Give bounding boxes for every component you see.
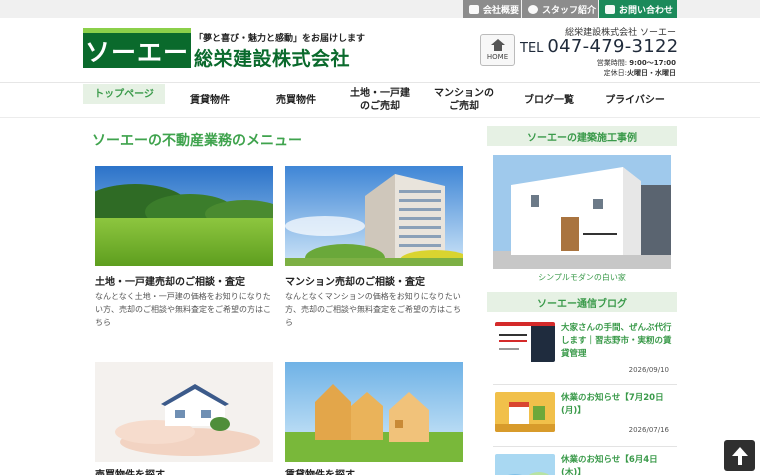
contact-link[interactable]: お問い合わせ	[599, 0, 677, 18]
nav-mansion-sell[interactable]: マンションの ご売却	[423, 84, 505, 116]
nav-label: プライバシー	[605, 94, 665, 106]
blog-thumbnail	[495, 322, 555, 362]
site-logo[interactable]: ソーエー	[83, 28, 191, 68]
nav-land-house-sell[interactable]: 土地・一戸建 のご売却	[339, 84, 421, 116]
tel-label: TEL	[520, 41, 544, 56]
closed-value: 火曜日・水曜日	[627, 69, 676, 77]
card-description: なんとなくマンションの価格をお知りになりたい方、売却のご相談や無料査定をご希望の…	[285, 292, 461, 327]
blog-post-date: 2026/09/10	[628, 366, 669, 374]
arrow-up-icon	[731, 446, 748, 465]
nav-label: マンションの	[434, 88, 494, 99]
hours-value: 9:00〜17:00	[629, 59, 676, 67]
contact-label: お問い合わせ	[619, 5, 674, 16]
construction-caption[interactable]: シンプルモダンの白い家	[487, 272, 677, 283]
home-icon	[490, 39, 505, 51]
blog-thumbnail	[495, 392, 555, 432]
blog-post[interactable]: 休業のお知らせ【6月4日(木)】	[493, 454, 677, 475]
nav-rental[interactable]: 賃貸物件	[169, 84, 251, 116]
nav-privacy[interactable]: プライバシー	[593, 84, 677, 116]
card-title[interactable]: マンション売却のご相談・査定	[285, 273, 425, 288]
blog-divider	[493, 384, 677, 385]
white-house-photo[interactable]	[493, 155, 671, 269]
mansion-photo[interactable]	[285, 166, 463, 266]
logo-mark: ソーエー	[84, 37, 189, 67]
nav-sale[interactable]: 売買物件	[255, 84, 337, 116]
house-in-hands-photo[interactable]	[95, 362, 273, 462]
nav-blog-list[interactable]: ブログ一覧	[507, 84, 591, 116]
blog-post-title: 休業のお知らせ【6月4日(木)】	[561, 455, 658, 475]
blog-post-title: 大家さんの手間、ぜんぶ代行します｜習志野市・実籾の賃貸管理	[561, 323, 672, 359]
card-title[interactable]: 売買物件を探す	[95, 466, 165, 475]
header-divider	[0, 82, 760, 83]
card-description: なんとなく土地・一戸建の価格をお知りになりたい方、売却のご相談や無料査定をご希望…	[95, 292, 271, 327]
nav-label: 売買物件	[276, 94, 316, 106]
staff-intro-link[interactable]: スタッフ紹介	[522, 0, 598, 18]
nav-label-line2: ご売却	[449, 101, 479, 112]
blog-post-title: 休業のお知らせ【7月20日(月)】	[561, 393, 664, 416]
blog-post[interactable]: 大家さんの手間、ぜんぶ代行します｜習志野市・実籾の賃貸管理 2026/09/10	[493, 322, 677, 378]
wooden-houses-photo[interactable]	[285, 362, 463, 462]
home-button[interactable]: HOME	[480, 34, 515, 66]
building-icon	[469, 4, 479, 14]
tagline: 「夢と喜び・魅力と感動」をお届けします	[194, 34, 366, 44]
card-title[interactable]: 土地・一戸建売却のご相談・査定	[95, 273, 245, 288]
nav-top-page[interactable]: トップページ	[83, 84, 165, 104]
blog-thumbnail	[495, 454, 555, 475]
smile-icon	[528, 4, 538, 14]
tel-number: 047-479-3122	[547, 36, 679, 57]
phone-number[interactable]: TEL 047-479-3122	[520, 36, 679, 57]
nav-label: ブログ一覧	[524, 94, 574, 106]
hours-label: 営業時間:	[596, 59, 628, 67]
card-title[interactable]: 賃貸物件を探す	[285, 466, 355, 475]
blog-heading: ソーエー通信ブログ	[487, 292, 677, 312]
back-to-top-button[interactable]	[724, 440, 755, 471]
land-photo[interactable]	[95, 166, 273, 266]
closed-label: 定休日:	[603, 69, 627, 77]
home-label: HOME	[486, 53, 509, 61]
blog-divider	[493, 446, 677, 447]
company-overview-link[interactable]: 会社概要	[463, 0, 521, 18]
business-hours: 営業時間: 9:00〜17:00	[520, 58, 676, 68]
section-title: ソーエーの不動産業務のメニュー	[92, 133, 302, 149]
company-logo-text[interactable]: 総栄建設株式会社	[194, 44, 350, 71]
closed-days: 定休日:火曜日・水曜日	[520, 68, 676, 78]
company-overview-label: 会社概要	[483, 5, 520, 16]
construction-heading: ソーエーの建築施工事例	[487, 126, 677, 146]
blog-post-date: 2026/07/16	[628, 426, 669, 434]
envelope-icon	[605, 4, 615, 14]
nav-label: 土地・一戸建	[350, 88, 410, 99]
nav-divider	[0, 117, 760, 118]
global-nav: トップページ 賃貸物件 売買物件 土地・一戸建 のご売却 マンションの ご売却 …	[83, 84, 677, 116]
staff-intro-label: スタッフ紹介	[542, 5, 597, 16]
nav-label-line2: のご売却	[360, 101, 400, 112]
nav-label: トップページ	[94, 88, 154, 100]
nav-label: 賃貸物件	[190, 94, 230, 106]
blog-post[interactable]: 休業のお知らせ【7月20日(月)】 2026/07/16	[493, 392, 677, 442]
